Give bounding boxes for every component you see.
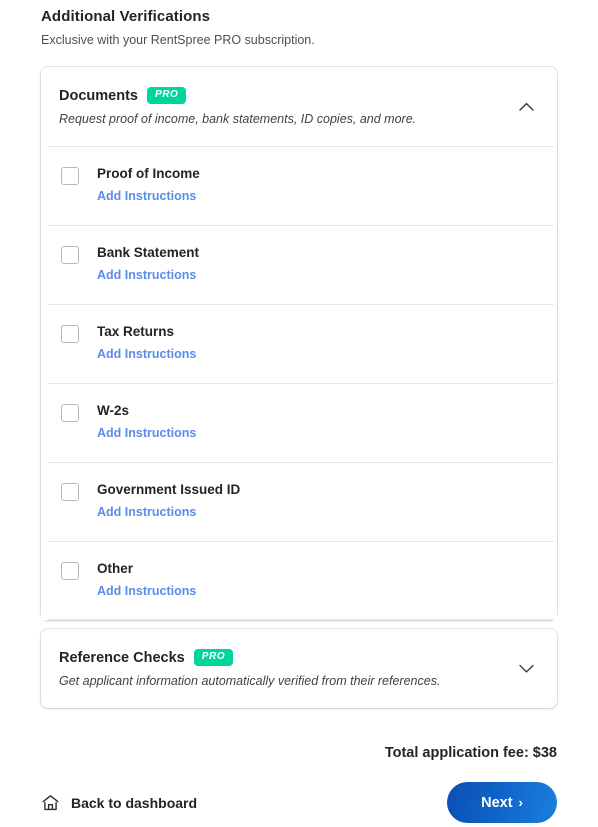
back-to-dashboard-button[interactable]: Back to dashboard	[41, 794, 197, 812]
document-row-text: W-2s Add Instructions	[97, 402, 196, 442]
chevron-up-icon[interactable]	[513, 94, 539, 120]
documents-description: Request proof of income, bank statements…	[59, 111, 417, 126]
back-to-dashboard-label: Back to dashboard	[71, 794, 198, 811]
pro-badge: PRO	[146, 87, 187, 104]
reference-checks-header-text: Reference Checks PRO Get applicant infor…	[59, 649, 503, 689]
documents-card: Documents PRO Request proof of income, b…	[41, 67, 557, 620]
document-row: Tax Returns Add Instructions	[41, 304, 557, 383]
reference-checks-description: Get applicant information automatically …	[59, 673, 441, 688]
document-row-label: Government Issued ID	[97, 482, 241, 497]
page-subtitle: Exclusive with your RentSpree PRO subscr…	[41, 33, 315, 47]
documents-title: Documents	[59, 87, 138, 104]
page-title: Additional Verifications	[41, 8, 211, 25]
next-button-label: Next	[481, 794, 513, 811]
pro-badge: PRO	[193, 649, 234, 666]
document-row: Bank Statement Add Instructions	[41, 225, 557, 304]
home-icon	[41, 794, 60, 812]
footer-actions: Back to dashboard Next ›	[41, 782, 557, 823]
chevron-down-icon[interactable]	[513, 656, 539, 682]
document-row-label: Other	[97, 561, 134, 576]
add-instructions-link[interactable]: Add Instructions	[97, 347, 196, 362]
document-row: Government Issued ID Add Instructions	[41, 462, 557, 541]
document-row-text: Tax Returns Add Instructions	[97, 323, 196, 363]
total-application-fee: Total application fee: $38	[384, 745, 557, 761]
reference-checks-title: Reference Checks	[59, 649, 185, 666]
add-instructions-link[interactable]: Add Instructions	[97, 189, 196, 204]
add-instructions-link[interactable]: Add Instructions	[97, 505, 196, 520]
add-instructions-link[interactable]: Add Instructions	[97, 584, 196, 599]
checkbox-bank-statement[interactable]	[61, 246, 79, 264]
checkbox-proof-of-income[interactable]	[61, 167, 79, 185]
reference-checks-card: Reference Checks PRO Get applicant infor…	[41, 629, 557, 708]
document-row-label: W-2s	[97, 403, 129, 418]
additional-verifications-page: Additional Verifications Exclusive with …	[0, 0, 598, 827]
document-row: Other Add Instructions	[41, 541, 557, 620]
document-row-label: Tax Returns	[97, 324, 175, 339]
document-row-label: Bank Statement	[97, 245, 200, 260]
document-row: W-2s Add Instructions	[41, 383, 557, 462]
documents-row-list: Proof of Income Add Instructions Bank St…	[41, 146, 557, 620]
chevron-right-icon: ›	[518, 795, 523, 810]
add-instructions-link[interactable]: Add Instructions	[97, 426, 196, 441]
documents-header-text: Documents PRO Request proof of income, b…	[59, 87, 503, 127]
reference-checks-title-row: Reference Checks PRO	[59, 649, 503, 667]
document-row-text: Government Issued ID Add Instructions	[97, 481, 240, 521]
documents-card-header[interactable]: Documents PRO Request proof of income, b…	[41, 67, 557, 146]
checkbox-w-2s[interactable]	[61, 404, 79, 422]
next-button[interactable]: Next ›	[447, 782, 557, 823]
document-row-text: Other Add Instructions	[97, 560, 196, 600]
checkbox-tax-returns[interactable]	[61, 325, 79, 343]
document-row-text: Proof of Income Add Instructions	[97, 165, 200, 205]
checkbox-government-issued-id[interactable]	[61, 483, 79, 501]
list-divider	[48, 619, 554, 620]
reference-checks-card-header[interactable]: Reference Checks PRO Get applicant infor…	[41, 629, 557, 708]
document-row: Proof of Income Add Instructions	[41, 146, 557, 225]
document-row-label: Proof of Income	[97, 166, 200, 181]
add-instructions-link[interactable]: Add Instructions	[97, 268, 196, 283]
documents-title-row: Documents PRO	[59, 87, 503, 105]
document-row-text: Bank Statement Add Instructions	[97, 244, 199, 284]
checkbox-other[interactable]	[61, 562, 79, 580]
